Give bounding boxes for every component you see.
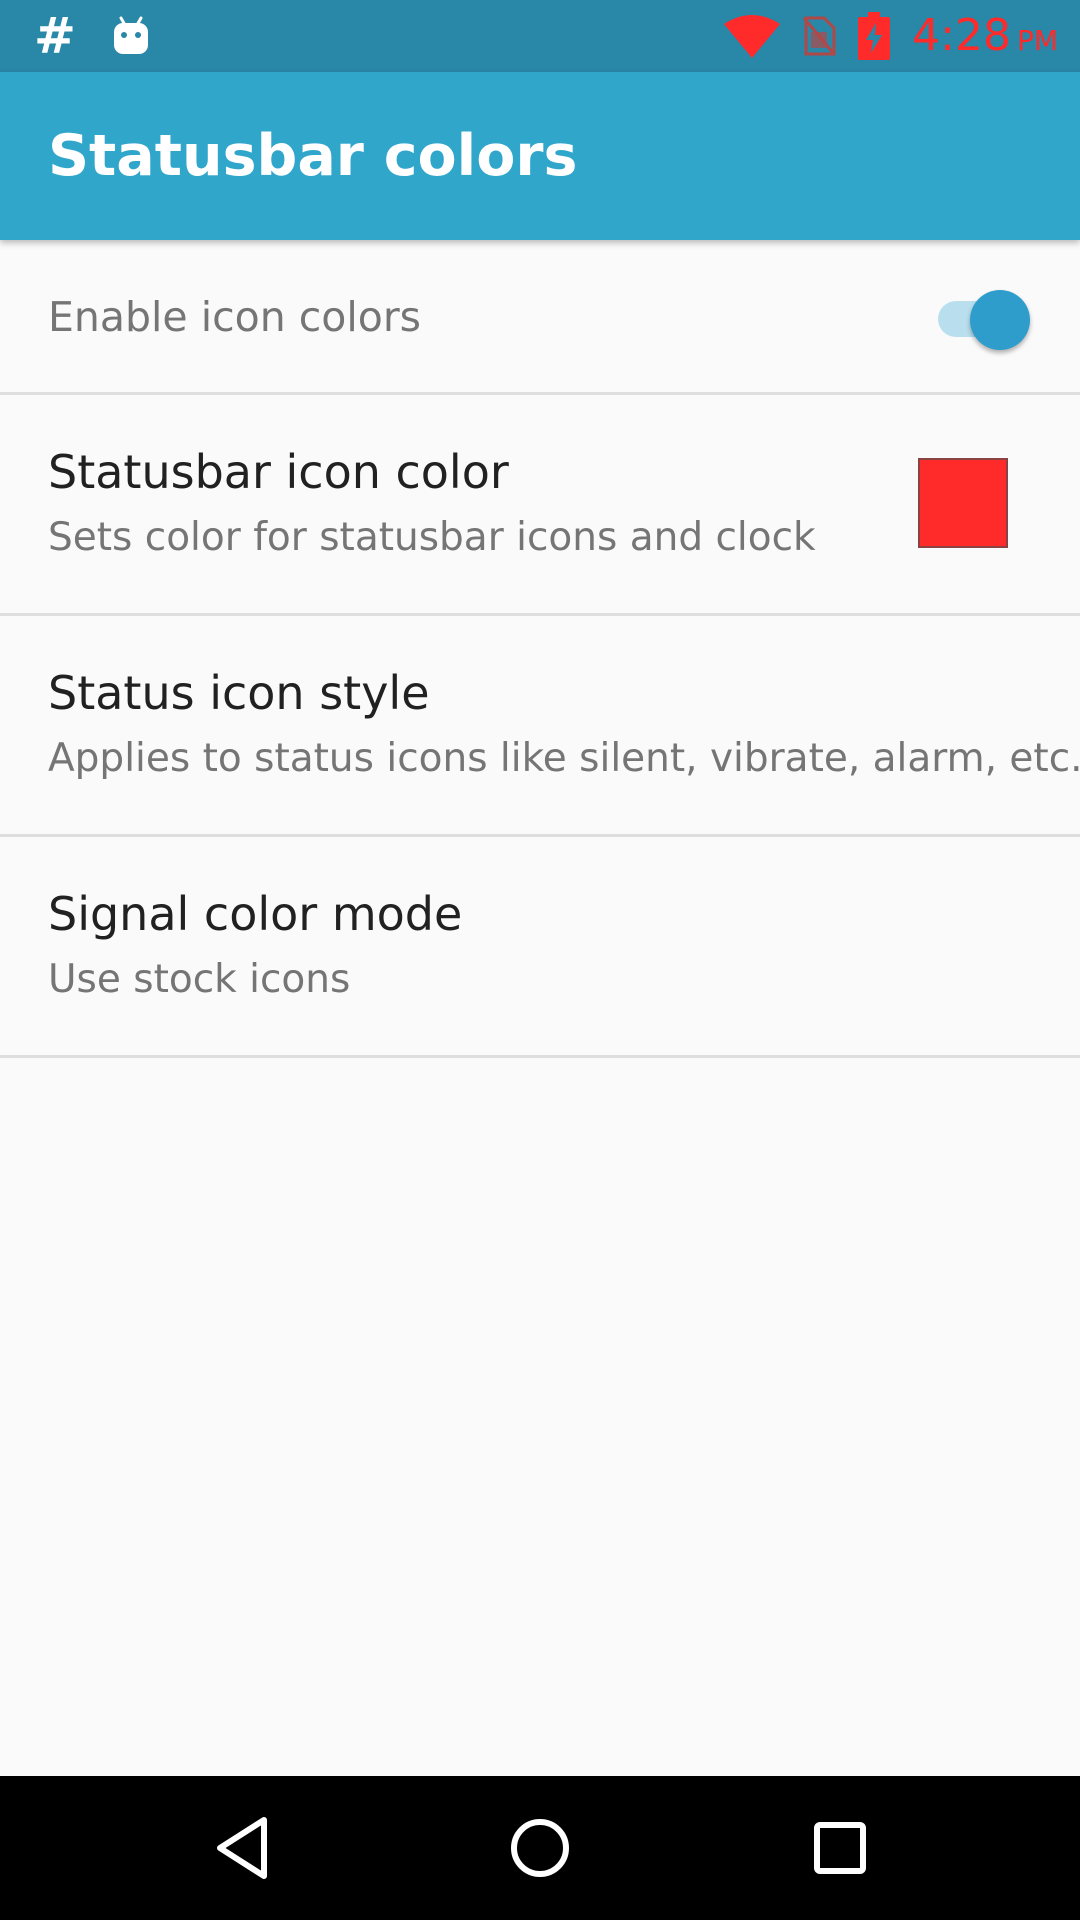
back-icon bbox=[217, 1817, 267, 1879]
pref-title: Enable icon colors bbox=[48, 293, 422, 341]
pref-statusbar-icon-color[interactable]: Statusbar icon color Sets color for stat… bbox=[0, 395, 1080, 616]
pref-title: Signal color mode bbox=[48, 887, 463, 941]
pref-summary: Applies to status icons like silent, vib… bbox=[48, 736, 1080, 781]
pref-signal-color-mode[interactable]: Signal color mode Use stock icons bbox=[0, 837, 1080, 1058]
clock: 4:28 PM bbox=[912, 14, 1058, 58]
battery-charging-icon bbox=[858, 12, 891, 60]
color-swatch[interactable] bbox=[918, 458, 1008, 548]
home-icon bbox=[511, 1819, 569, 1877]
enable-icon-colors-switch[interactable] bbox=[938, 290, 1030, 350]
preference-list: Enable icon colors Statusbar icon color … bbox=[0, 240, 1080, 1058]
status-bar-left: # bbox=[34, 0, 150, 72]
pref-status-icon-style[interactable]: Status icon style Applies to status icon… bbox=[0, 616, 1080, 837]
page-title: Statusbar colors bbox=[48, 123, 578, 189]
wifi-icon bbox=[724, 15, 781, 58]
android-head-icon bbox=[113, 16, 148, 54]
status-bar: # 4:28 PM bbox=[0, 0, 1080, 72]
pref-title: Status icon style bbox=[48, 666, 430, 720]
pref-title: Statusbar icon color bbox=[48, 445, 509, 499]
clock-time: 4:28 bbox=[912, 10, 1011, 61]
pref-summary: Use stock icons bbox=[48, 957, 351, 1002]
recents-icon bbox=[814, 1822, 866, 1874]
hash-icon: # bbox=[34, 7, 76, 65]
back-button[interactable] bbox=[172, 1776, 312, 1920]
app-bar: Statusbar colors bbox=[0, 72, 1080, 240]
switch-thumb bbox=[970, 290, 1030, 350]
recents-button[interactable] bbox=[770, 1776, 910, 1920]
pref-enable-icon-colors[interactable]: Enable icon colors bbox=[0, 240, 1080, 395]
navigation-bar bbox=[0, 1776, 1080, 1920]
clock-ampm: PM bbox=[1016, 24, 1058, 57]
no-sim-icon bbox=[802, 16, 836, 56]
home-button[interactable] bbox=[470, 1776, 610, 1920]
pref-summary: Sets color for statusbar icons and clock bbox=[48, 515, 816, 560]
status-bar-right: 4:28 PM bbox=[724, 0, 1058, 72]
